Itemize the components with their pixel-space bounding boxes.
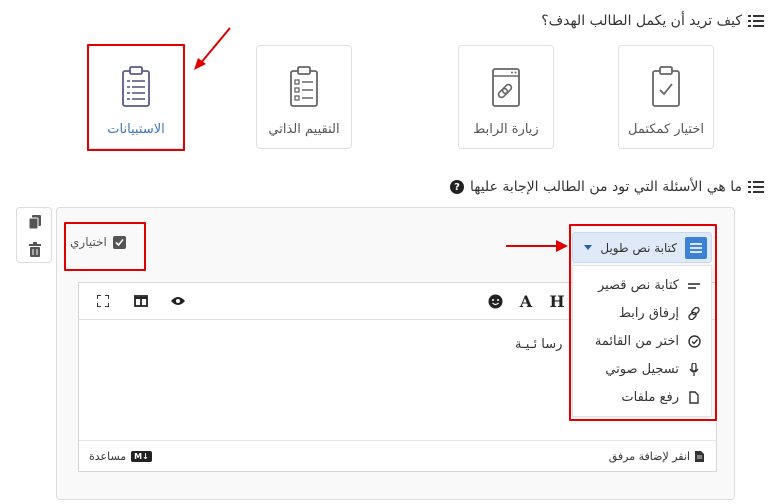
checkbox-checked-icon[interactable]: [112, 235, 126, 249]
clipboard-check-icon: [652, 66, 680, 107]
editor-content[interactable]: رسا ئـيـة: [515, 337, 562, 352]
card-mark-complete-label: اختيار كمكتمل: [627, 122, 705, 137]
trash-icon[interactable]: [28, 242, 42, 257]
link-icon: [492, 68, 520, 107]
menu-item-label: تسجيل صوتي: [605, 362, 679, 377]
menu-item-label: كتابة نص قصير: [597, 278, 679, 293]
short-text-icon: [687, 279, 701, 293]
markdown-icon: M↓: [131, 451, 152, 462]
attach-file-link[interactable]: انقر لإضافة مرفق: [609, 450, 704, 463]
link-icon: [687, 307, 701, 321]
help-link[interactable]: مساعدة M↓: [89, 450, 152, 463]
attach-label: انقر لإضافة مرفق: [608, 450, 690, 463]
long-text-icon: [685, 236, 707, 259]
help-circle-icon[interactable]: ?: [449, 180, 464, 194]
card-self-assessment-label: التقييم الذاتي: [268, 122, 340, 137]
heading-button[interactable]: H: [547, 291, 567, 311]
menu-item-label: إرفاق رابط: [618, 306, 679, 321]
card-visit-link-label: زيارة الرابط: [473, 122, 539, 137]
file-icon: [687, 391, 701, 405]
menu-item-upload-files[interactable]: رفع ملفات: [621, 390, 701, 405]
question-type-menu: كتابة نص قصير إرفاق رابط اختر من القائمة…: [572, 265, 712, 417]
editor-footer: مساعدة M↓ انقر لإضافة مرفق: [79, 440, 716, 471]
question-type-selected: كتابة نص طويل: [600, 240, 677, 255]
checklist-icon: [290, 66, 318, 107]
menu-item-choose-from-list[interactable]: اختر من القائمة: [595, 334, 701, 349]
optional-checkbox[interactable]: اختياري: [70, 235, 126, 249]
menu-item-short-text[interactable]: كتابة نص قصير: [598, 278, 701, 293]
file-icon: [695, 451, 704, 462]
question-side-tools: [16, 207, 52, 263]
card-visit-link[interactable]: زيارة الرابط: [458, 45, 554, 149]
section-questions-label: ما هي الأسئلة التي تود من الطالب الإجابة…: [469, 179, 742, 195]
annotation-arrow: [506, 240, 568, 252]
font-button[interactable]: A: [516, 291, 536, 311]
clipboard-list-icon: [122, 66, 150, 107]
section-completion-title: كيف تريد أن يكمل الطالب الهدف؟: [541, 13, 764, 29]
menu-item-voice-record[interactable]: تسجيل صوتي: [605, 362, 701, 377]
chevron-down-icon: [584, 245, 593, 250]
card-surveys-label: الاستبيانات: [107, 122, 165, 137]
list-icon: [748, 14, 764, 28]
list-icon: [748, 180, 764, 194]
card-mark-complete[interactable]: اختيار كمكتمل: [618, 45, 714, 149]
section-questions-title: ما هي الأسئلة التي تود من الطالب الإجابة…: [449, 179, 764, 195]
card-surveys[interactable]: الاستبيانات: [88, 45, 184, 149]
microphone-icon: [687, 362, 701, 377]
help-label: مساعدة: [89, 450, 127, 463]
check-circle-icon: [687, 335, 701, 349]
question-type-select[interactable]: كتابة نص طويل: [572, 232, 712, 263]
optional-label: اختياري: [70, 235, 107, 249]
preview-eye-icon[interactable]: [168, 291, 188, 311]
menu-item-label: رفع ملفات: [621, 390, 679, 405]
copy-icon[interactable]: [28, 215, 42, 230]
menu-item-label: اختر من القائمة: [594, 334, 679, 349]
section-completion-label: كيف تريد أن يكمل الطالب الهدف؟: [541, 13, 742, 29]
emoji-icon[interactable]: [485, 291, 505, 311]
annotation-arrow: [194, 27, 231, 70]
menu-item-attach-link[interactable]: إرفاق رابط: [619, 306, 701, 321]
card-self-assessment[interactable]: التقييم الذاتي: [256, 45, 352, 149]
side-by-side-icon[interactable]: [131, 291, 151, 311]
fullscreen-icon[interactable]: [93, 291, 113, 311]
